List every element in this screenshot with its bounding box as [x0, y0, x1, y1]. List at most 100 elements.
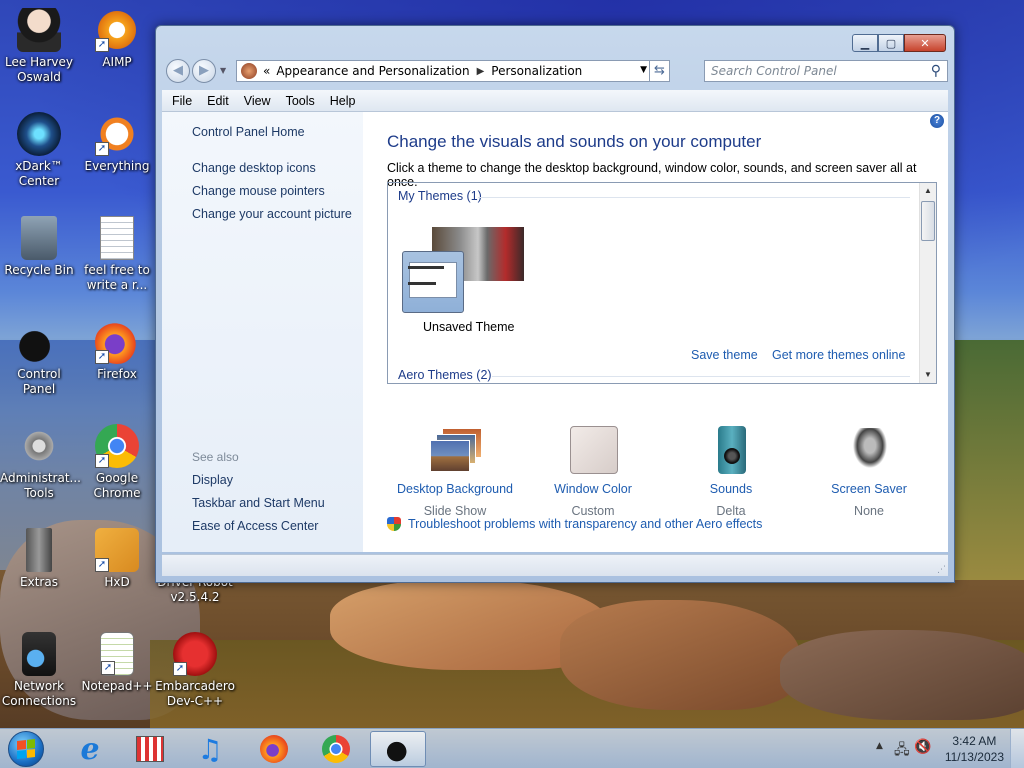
desktop-icon-extras[interactable]: Extras [0, 528, 78, 590]
taskbar-chrome[interactable] [308, 731, 364, 767]
address-dropdown-icon[interactable]: ▼ [640, 65, 647, 75]
display-link[interactable]: Display [192, 473, 233, 487]
breadcrumb-overflow[interactable]: « [263, 64, 270, 78]
troubleshoot-row[interactable]: Troubleshoot problems with transparency … [387, 517, 762, 531]
desktop-icon-lee-harvey-oswald[interactable]: Lee Harvey Oswald [0, 8, 78, 85]
address-bar[interactable]: « Appearance and Personalization ▶ Perso… [236, 60, 670, 82]
desktop-icon-network-connections[interactable]: Network Connections [0, 632, 78, 709]
sounds-label[interactable]: Sounds [661, 482, 801, 496]
main-pane: ? Change the visuals and sounds on your … [363, 112, 948, 552]
desktop-icon-xdark-center[interactable]: xDark™ Center [0, 112, 78, 189]
taskbar: e ♫ ▲ 🖧 🔇 3:42 AM 11/13/2023 [0, 728, 1024, 768]
menu-tools[interactable]: Tools [286, 94, 315, 108]
desktop-icon-label: Network Connections [1, 679, 77, 708]
recent-pages-dropdown[interactable]: ▼ [220, 66, 226, 75]
desktop-background-setting[interactable]: Desktop Background Slide Show [385, 426, 525, 518]
aero-themes-header[interactable]: Aero Themes (2) [398, 368, 492, 382]
screen-saver-label[interactable]: Screen Saver [799, 482, 939, 496]
window-color-icon [568, 426, 618, 476]
taskbar-firefox[interactable] [246, 731, 302, 767]
search-input[interactable]: Search Control Panel ⚲ [704, 60, 948, 82]
troubleshoot-link[interactable]: Troubleshoot problems with transparency … [408, 517, 762, 531]
xdark-center-icon [17, 112, 61, 156]
breadcrumb-appearance-personalization[interactable]: Appearance and Personalization [276, 64, 469, 78]
desktop-icon-everything[interactable]: ➚ Everything [78, 112, 156, 174]
desktop-icon-aimp[interactable]: ➚ AIMP [78, 8, 156, 70]
save-theme-link[interactable]: Save theme [691, 348, 758, 362]
forward-arrow-icon: ▶ [199, 63, 209, 78]
menu-bar: File Edit View Tools Help [162, 90, 948, 112]
taskbar-start-menu-link[interactable]: Taskbar and Start Menu [192, 496, 325, 510]
status-bar: ⋰ [162, 554, 948, 576]
wallpaper-hill [955, 340, 1024, 580]
scrollbar-thumb[interactable] [921, 201, 935, 241]
unsaved-theme-tile[interactable] [402, 227, 524, 317]
theme-settings-row: Desktop Background Slide Show Window Col… [385, 426, 939, 518]
desktop-icon-label: Notepad++ [81, 679, 153, 693]
maximize-button[interactable]: ▢ [878, 34, 904, 52]
resize-grip-icon[interactable]: ⋰ [937, 565, 946, 575]
window-color-setting[interactable]: Window Color Custom [523, 426, 663, 518]
show-desktop-button[interactable] [1010, 729, 1024, 768]
anime-character-icon [17, 8, 61, 52]
minimize-button[interactable]: ▁ [852, 34, 878, 52]
desktop-icon-label: Extras [20, 575, 58, 589]
menu-file[interactable]: File [172, 94, 192, 108]
group-divider [492, 376, 910, 377]
desktop-icon-admin-tools[interactable]: Administrat... Tools [0, 424, 81, 501]
close-button[interactable]: ✕ [904, 34, 946, 52]
menu-edit[interactable]: Edit [207, 94, 229, 108]
refresh-button[interactable]: ⇆ [649, 61, 669, 81]
desktop-icon-label: Control Panel [17, 367, 61, 396]
desktop-icon-label: Everything [84, 159, 150, 173]
taskbar-internet-explorer[interactable]: e [62, 731, 118, 767]
forward-button[interactable]: ▶ [192, 59, 216, 83]
breadcrumb-personalization[interactable]: Personalization [491, 64, 582, 78]
clock[interactable]: 3:42 AM 11/13/2023 [945, 733, 1004, 765]
desktop-icon-notepad-plus-plus[interactable]: ➚ Notepad++ [78, 632, 156, 694]
desktop-background-label[interactable]: Desktop Background [385, 482, 525, 496]
desktop-icon-recycle-bin[interactable]: Recycle Bin [0, 216, 78, 278]
search-icon[interactable]: ⚲ [931, 63, 941, 79]
taskbar-control-panel[interactable] [370, 731, 426, 767]
scroll-down-icon[interactable]: ▼ [920, 367, 936, 383]
scroll-up-icon[interactable]: ▲ [920, 183, 936, 199]
desktop-icon-google-chrome[interactable]: ➚ Google Chrome [78, 424, 156, 501]
system-tray: ▲ 🖧 🔇 3:42 AM 11/13/2023 [864, 729, 1024, 768]
change-desktop-icons-link[interactable]: Change desktop icons [192, 161, 316, 175]
desktop-icon-text-file[interactable]: feel free to write a r... [78, 216, 156, 293]
window-color-label[interactable]: Window Color [523, 482, 663, 496]
help-icon[interactable]: ? [930, 114, 944, 128]
sounds-setting[interactable]: Sounds Delta [661, 426, 801, 518]
menu-view[interactable]: View [244, 94, 271, 108]
theme-list[interactable]: My Themes (1) Unsaved Theme Save theme G… [387, 182, 937, 384]
personalization-window[interactable]: ▁ ▢ ✕ ◀ ▶ ▼ « Appearance and Personaliza… [155, 25, 955, 583]
desktop-icon-label: Embarcadero Dev-C++ [155, 679, 235, 708]
breadcrumb-separator-icon[interactable]: ▶ [477, 66, 485, 77]
theme-list-scrollbar[interactable]: ▲ ▼ [919, 183, 936, 383]
desktop-icon-devcpp[interactable]: ➚ Embarcadero Dev-C++ [148, 632, 242, 709]
extras-icon [26, 528, 52, 572]
back-button[interactable]: ◀ [166, 59, 190, 83]
volume-muted-icon[interactable]: 🔇 [914, 739, 931, 755]
change-account-picture-link[interactable]: Change your account picture [192, 207, 352, 221]
desktop-icon-firefox[interactable]: ➚ Firefox [78, 320, 156, 382]
desktop-icon-hxd[interactable]: ➚ HxD [78, 528, 156, 590]
my-themes-header[interactable]: My Themes (1) [398, 189, 482, 203]
page-title: Change the visuals and sounds on your co… [387, 132, 762, 151]
desktop-icon-control-panel[interactable]: Control Panel [0, 320, 78, 397]
screen-saver-icon [844, 426, 894, 476]
change-mouse-pointers-link[interactable]: Change mouse pointers [192, 184, 325, 198]
start-button[interactable] [4, 729, 48, 768]
unsaved-theme-label[interactable]: Unsaved Theme [423, 320, 515, 334]
network-status-icon[interactable]: 🖧 [894, 739, 910, 763]
taskbar-store[interactable] [122, 731, 178, 767]
screen-saver-setting[interactable]: Screen Saver None [799, 426, 939, 518]
music-icon: ♫ [197, 732, 223, 766]
menu-help[interactable]: Help [330, 94, 356, 108]
ease-of-access-link[interactable]: Ease of Access Center [192, 519, 318, 533]
control-panel-home-link[interactable]: Control Panel Home [192, 125, 305, 139]
taskbar-music[interactable]: ♫ [182, 731, 238, 767]
show-hidden-icons-button[interactable]: ▲ [876, 741, 883, 751]
get-more-themes-link[interactable]: Get more themes online [772, 348, 905, 362]
